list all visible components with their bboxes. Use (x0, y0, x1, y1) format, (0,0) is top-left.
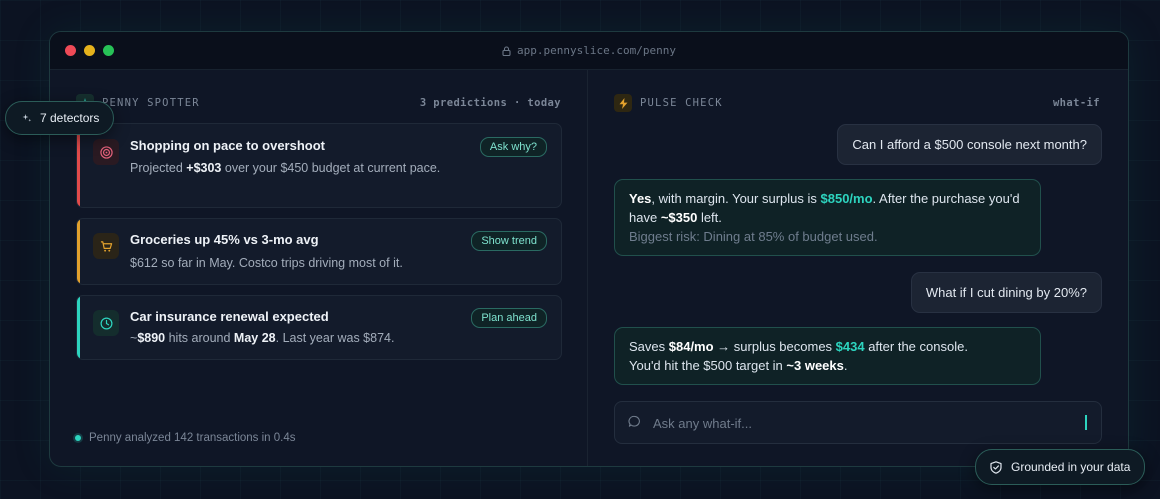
assistant-answer: Yes, with margin. Your surplus is $850/m… (629, 191, 1020, 225)
pulse-header: PULSE CHECK (614, 94, 723, 112)
analysis-status-text: Penny analyzed 142 transactions in 0.4s (89, 432, 296, 444)
card-description: Projected +$303 over your $450 budget at… (130, 161, 441, 175)
sparkle-icon (22, 114, 32, 122)
pulse-meta: what-if (1052, 97, 1100, 109)
card-accent-bar (77, 124, 80, 207)
text-caret (1085, 415, 1087, 430)
card-title: Groceries up 45% vs 3-mo avg (130, 232, 319, 247)
assistant-message: Saves $84/mo → surplus becomes $434 afte… (614, 327, 1041, 385)
detectors-badge-label: 7 detectors (40, 111, 100, 125)
clock-icon (93, 310, 119, 336)
app-window: app.pennyslice.com/penny PENNY SPOTTER 3… (49, 31, 1129, 467)
card-description: $612 so far in May. Costco trips driving… (130, 256, 403, 270)
penny-spotter-pane: PENNY SPOTTER 3 predictions · today Shop… (50, 70, 588, 466)
ask-input-box[interactable] (614, 401, 1102, 445)
grounded-badge-label: Grounded in your data (1011, 460, 1131, 474)
ask-why-button[interactable]: Ask why? (479, 137, 547, 157)
lock-icon (502, 46, 511, 56)
target-icon (93, 139, 119, 165)
prediction-card-insurance[interactable]: Car insurance renewal expected ~$890 hit… (76, 295, 562, 360)
prediction-card-shopping[interactable]: Shopping on pace to overshoot Projected … (76, 123, 562, 208)
what-if-input[interactable] (651, 402, 1055, 445)
card-title: Car insurance renewal expected (130, 309, 329, 324)
url-text: app.pennyslice.com/penny (517, 44, 676, 57)
assistant-answer-line2: You'd hit the $500 target in ~3 weeks. (629, 358, 848, 373)
chat-bubble-icon (628, 415, 640, 427)
grounded-badge[interactable]: Grounded in your data (975, 449, 1146, 485)
assistant-message: Yes, with margin. Your surplus is $850/m… (614, 179, 1041, 256)
assistant-answer: Saves $84/mo → surplus becomes $434 afte… (629, 339, 968, 354)
card-title: Shopping on pace to overshoot (130, 138, 325, 153)
card-accent-bar (77, 219, 80, 284)
show-trend-button[interactable]: Show trend (471, 231, 547, 251)
pulse-check-pane: PULSE CHECK what-if Can I afford a $500 … (588, 70, 1128, 466)
address-bar[interactable]: app.pennyslice.com/penny (50, 44, 1128, 57)
analysis-status: Penny analyzed 142 transactions in 0.4s (75, 432, 296, 444)
cart-icon (93, 233, 119, 259)
prediction-card-groceries[interactable]: Groceries up 45% vs 3-mo avg $612 so far… (76, 218, 562, 285)
spotter-title: PENNY SPOTTER (102, 97, 200, 109)
user-message: Can I afford a $500 console next month? (837, 124, 1102, 165)
shield-check-icon (990, 460, 1002, 474)
card-description: ~$890 hits around May 28. Last year was … (130, 331, 395, 345)
card-accent-bar (77, 296, 80, 359)
detectors-badge[interactable]: 7 detectors (5, 101, 115, 135)
browser-titlebar: app.pennyslice.com/penny (50, 32, 1128, 70)
assistant-risk-note: Biggest risk: Dining at 85% of budget us… (629, 229, 878, 244)
lightning-icon (614, 94, 632, 112)
user-message: What if I cut dining by 20%? (910, 272, 1102, 313)
status-dot-icon (75, 435, 81, 441)
spotter-meta: 3 predictions · today (419, 97, 561, 109)
pulse-title: PULSE CHECK (640, 97, 723, 109)
plan-ahead-button[interactable]: Plan ahead (471, 308, 547, 328)
